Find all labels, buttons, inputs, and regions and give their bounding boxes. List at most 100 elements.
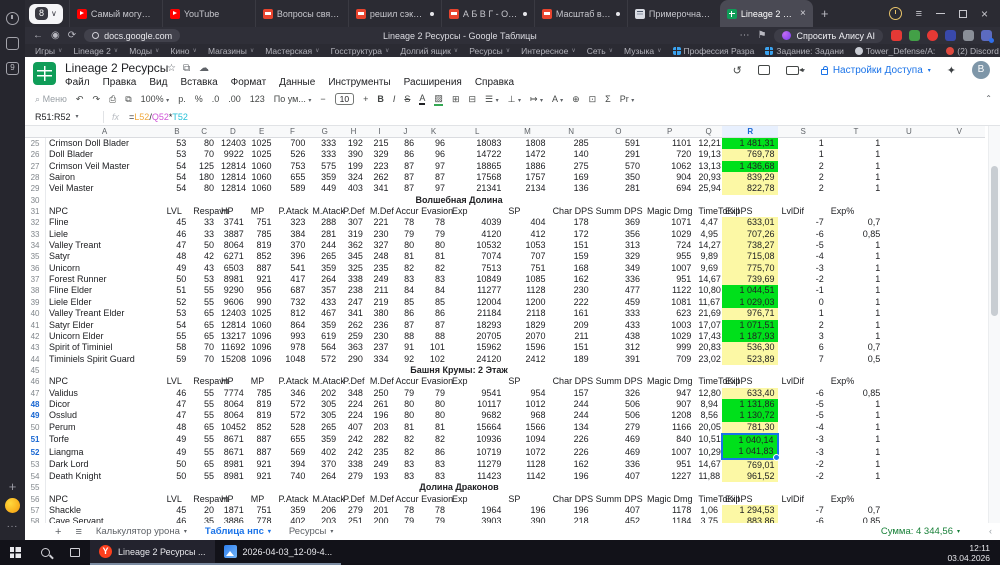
cell[interactable]: 80 bbox=[393, 410, 419, 421]
cell-npc-name[interactable]: Liangma bbox=[46, 446, 164, 458]
cell[interactable]: 751 bbox=[248, 505, 276, 516]
cell[interactable]: 162 bbox=[550, 274, 593, 285]
cell[interactable]: 84 bbox=[418, 285, 449, 296]
cell[interactable]: 79 bbox=[393, 229, 419, 240]
cell-expps[interactable]: 536,30 bbox=[722, 342, 778, 353]
menubar-item[interactable]: Инструменты bbox=[328, 77, 390, 88]
cell[interactable] bbox=[934, 229, 985, 240]
cell[interactable]: 1166 bbox=[644, 422, 695, 434]
cell[interactable]: 78 bbox=[418, 217, 449, 228]
cell[interactable]: 1 bbox=[828, 251, 884, 262]
cell[interactable] bbox=[934, 505, 985, 516]
bold-button[interactable]: B bbox=[377, 94, 384, 104]
cell[interactable]: 724 bbox=[644, 240, 695, 251]
column-header-M[interactable]: M bbox=[505, 126, 549, 138]
cell[interactable]: 15208 bbox=[218, 354, 248, 365]
cell[interactable]: 47 bbox=[164, 399, 191, 410]
cell-header[interactable]: TimeToKill bbox=[695, 206, 722, 217]
cell[interactable]: 11279 bbox=[449, 459, 505, 471]
column-header-N[interactable]: N bbox=[550, 126, 593, 138]
cell[interactable]: 6503 bbox=[218, 263, 248, 274]
cell-npc-name[interactable]: Valley Treant Elder bbox=[46, 308, 164, 319]
cell-header[interactable]: MP bbox=[248, 494, 276, 505]
cell[interactable]: 101 bbox=[418, 342, 449, 353]
document-title[interactable]: Lineage 2 Ресурсы bbox=[65, 61, 168, 75]
column-header-P[interactable]: P bbox=[644, 126, 695, 138]
cell[interactable]: 951 bbox=[644, 459, 695, 471]
cell[interactable]: 1007 bbox=[644, 446, 695, 458]
cell-header[interactable]: ExpPS bbox=[722, 206, 778, 217]
cell[interactable]: 86 bbox=[418, 308, 449, 319]
cell[interactable]: 211 bbox=[367, 285, 393, 296]
cell[interactable]: 9682 bbox=[449, 410, 505, 421]
cell[interactable]: 178 bbox=[550, 217, 593, 228]
cell-expps[interactable]: 633,01 bbox=[722, 217, 778, 228]
cell[interactable]: 10936 bbox=[449, 434, 505, 446]
cell[interactable]: 9,69 bbox=[695, 263, 722, 274]
cell[interactable]: 7774 bbox=[218, 388, 248, 399]
row-header-52[interactable]: 52 bbox=[25, 446, 46, 458]
cell[interactable] bbox=[934, 183, 985, 194]
cell[interactable]: 249 bbox=[367, 459, 393, 471]
cell[interactable]: 151 bbox=[550, 342, 593, 353]
cell[interactable]: 281 bbox=[309, 229, 340, 240]
cell[interactable]: 1072 bbox=[505, 446, 549, 458]
cell[interactable]: 259 bbox=[340, 331, 367, 342]
cell-npc-name[interactable]: Veil Master bbox=[46, 183, 164, 194]
cell-header[interactable]: Magic Dmg bbox=[644, 376, 695, 387]
cell[interactable]: 1808 bbox=[505, 138, 549, 150]
cell[interactable]: 1060 bbox=[248, 320, 276, 331]
cell[interactable] bbox=[934, 206, 985, 217]
row-header-54[interactable]: 54 bbox=[25, 471, 46, 482]
cell[interactable]: 433 bbox=[593, 320, 644, 331]
cell[interactable]: 921 bbox=[248, 471, 276, 482]
decrease-decimals-button[interactable]: .0 bbox=[212, 94, 220, 104]
browser-tab[interactable]: Lineage 2 Ресурсы - ( bbox=[720, 0, 813, 27]
cell-header[interactable]: M.Atack bbox=[309, 376, 340, 387]
cell-expps[interactable]: 739,69 bbox=[722, 274, 778, 285]
cell[interactable]: 1007 bbox=[644, 263, 695, 274]
cell[interactable]: 46 bbox=[164, 388, 191, 399]
cell[interactable] bbox=[884, 161, 933, 172]
cell[interactable]: 350 bbox=[593, 172, 644, 183]
cell-header[interactable]: Respavn bbox=[190, 494, 218, 505]
cell[interactable]: 8,94 bbox=[695, 399, 722, 410]
cell[interactable]: 10849 bbox=[449, 274, 505, 285]
cell[interactable]: 83 bbox=[418, 471, 449, 482]
cell[interactable] bbox=[934, 172, 985, 183]
bookmark-folder[interactable]: Интересное∨ bbox=[521, 46, 576, 56]
bookmark-link[interactable]: (2) Discord | #Г bbox=[946, 46, 1000, 56]
cell[interactable]: 345 bbox=[340, 251, 367, 262]
cell[interactable]: 18293 bbox=[449, 320, 505, 331]
cell[interactable]: 709 bbox=[644, 354, 695, 365]
cell[interactable]: 80 bbox=[418, 399, 449, 410]
menubar-item[interactable]: Расширения bbox=[404, 77, 462, 88]
cell[interactable]: 1128 bbox=[505, 459, 549, 471]
menubar-item[interactable]: Данные bbox=[279, 77, 315, 88]
cell[interactable] bbox=[934, 410, 985, 421]
cell-header[interactable]: P.Def bbox=[340, 494, 367, 505]
cell-expps[interactable]: 523,89 bbox=[722, 354, 778, 365]
cell[interactable] bbox=[884, 308, 933, 319]
close-button[interactable]: × bbox=[981, 7, 988, 21]
cell[interactable]: 224 bbox=[340, 410, 367, 421]
cell[interactable]: 655 bbox=[275, 434, 309, 446]
cell[interactable]: 159 bbox=[550, 251, 593, 262]
taskbar-app[interactable]: 2026-04-03_12-09-4... bbox=[215, 540, 342, 565]
row-header-36[interactable]: 36 bbox=[25, 263, 46, 274]
cell[interactable]: 80 bbox=[190, 183, 218, 194]
cell-header-npc[interactable]: NPC bbox=[46, 206, 164, 217]
cell[interactable]: 305 bbox=[309, 410, 340, 421]
cell[interactable] bbox=[934, 217, 985, 228]
cell[interactable]: 14,27 bbox=[695, 240, 722, 251]
cell[interactable] bbox=[884, 172, 933, 183]
cell[interactable]: 433 bbox=[309, 297, 340, 308]
cell[interactable]: 87 bbox=[393, 161, 419, 172]
sheet-tab[interactable]: Таблица нпс▾ bbox=[205, 526, 271, 537]
cell[interactable]: 169 bbox=[550, 172, 593, 183]
cell[interactable]: 96 bbox=[418, 149, 449, 160]
cell[interactable] bbox=[934, 342, 985, 353]
cell[interactable]: 570 bbox=[593, 161, 644, 172]
cell[interactable]: 49 bbox=[164, 434, 191, 446]
cell[interactable]: 91 bbox=[393, 342, 419, 353]
